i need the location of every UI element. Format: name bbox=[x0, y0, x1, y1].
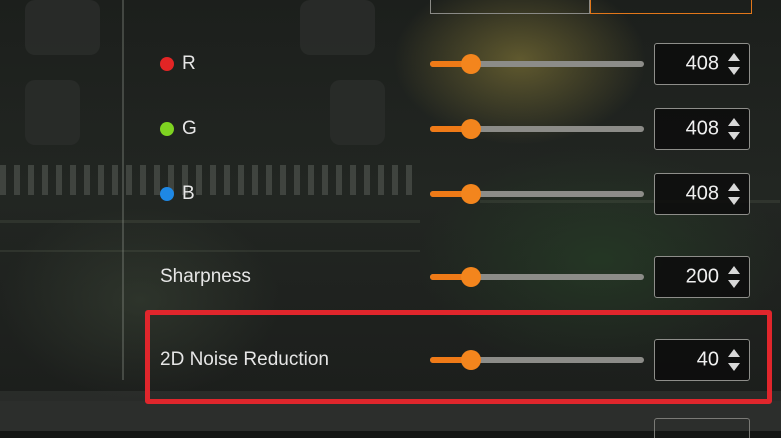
r-spin-arrows[interactable] bbox=[727, 53, 741, 75]
spin-down-icon[interactable] bbox=[728, 67, 740, 75]
spin-down-icon[interactable] bbox=[728, 280, 740, 288]
sharpness-value[interactable]: 200 bbox=[686, 266, 719, 289]
b-value-spinbox[interactable]: 408 bbox=[654, 173, 750, 215]
green-dot-icon bbox=[160, 122, 174, 136]
top-tab-right-selected[interactable] bbox=[590, 0, 752, 14]
g-value-spinbox[interactable]: 408 bbox=[654, 108, 750, 150]
r-value-spinbox[interactable]: 408 bbox=[654, 43, 750, 85]
sharpness-label: Sharpness bbox=[160, 266, 251, 288]
spin-up-icon[interactable] bbox=[728, 266, 740, 274]
g-slider[interactable] bbox=[430, 116, 644, 142]
sharpness-label-text: Sharpness bbox=[160, 266, 251, 287]
g-slider-thumb[interactable] bbox=[460, 119, 481, 139]
sharpness-value-spinbox[interactable]: 200 bbox=[654, 256, 750, 298]
r-slider[interactable] bbox=[430, 51, 644, 77]
spin-up-icon[interactable] bbox=[728, 53, 740, 61]
g-value[interactable]: 408 bbox=[686, 118, 719, 141]
spin-down-icon[interactable] bbox=[728, 197, 740, 205]
sharpness-spin-arrows[interactable] bbox=[727, 266, 741, 288]
blue-dot-icon bbox=[160, 187, 174, 201]
g-label: G bbox=[160, 118, 197, 140]
spin-up-icon[interactable] bbox=[728, 183, 740, 191]
red-dot-icon bbox=[160, 57, 174, 71]
next-spinbox-partial[interactable] bbox=[654, 418, 750, 438]
g-spin-arrows[interactable] bbox=[727, 118, 741, 140]
highlight-box bbox=[145, 310, 772, 404]
sharpness-slider[interactable] bbox=[430, 264, 644, 290]
row-b: B 408 bbox=[0, 169, 781, 219]
b-spin-arrows[interactable] bbox=[727, 183, 741, 205]
row-r: R 408 bbox=[0, 39, 781, 89]
b-label-text: B bbox=[182, 183, 195, 204]
row-sharpness: Sharpness 200 bbox=[0, 252, 781, 302]
b-value[interactable]: 408 bbox=[686, 183, 719, 206]
b-slider-thumb[interactable] bbox=[460, 184, 481, 204]
b-label: B bbox=[160, 183, 195, 205]
sharpness-slider-thumb[interactable] bbox=[460, 267, 481, 287]
spin-down-icon[interactable] bbox=[728, 132, 740, 140]
b-slider[interactable] bbox=[430, 181, 644, 207]
r-label: R bbox=[160, 53, 196, 75]
r-label-text: R bbox=[182, 53, 196, 74]
g-label-text: G bbox=[182, 118, 197, 139]
r-slider-thumb[interactable] bbox=[460, 54, 481, 74]
spin-up-icon[interactable] bbox=[728, 118, 740, 126]
row-g: G 408 bbox=[0, 104, 781, 154]
r-value[interactable]: 408 bbox=[686, 53, 719, 76]
top-tab-left[interactable] bbox=[430, 0, 590, 14]
